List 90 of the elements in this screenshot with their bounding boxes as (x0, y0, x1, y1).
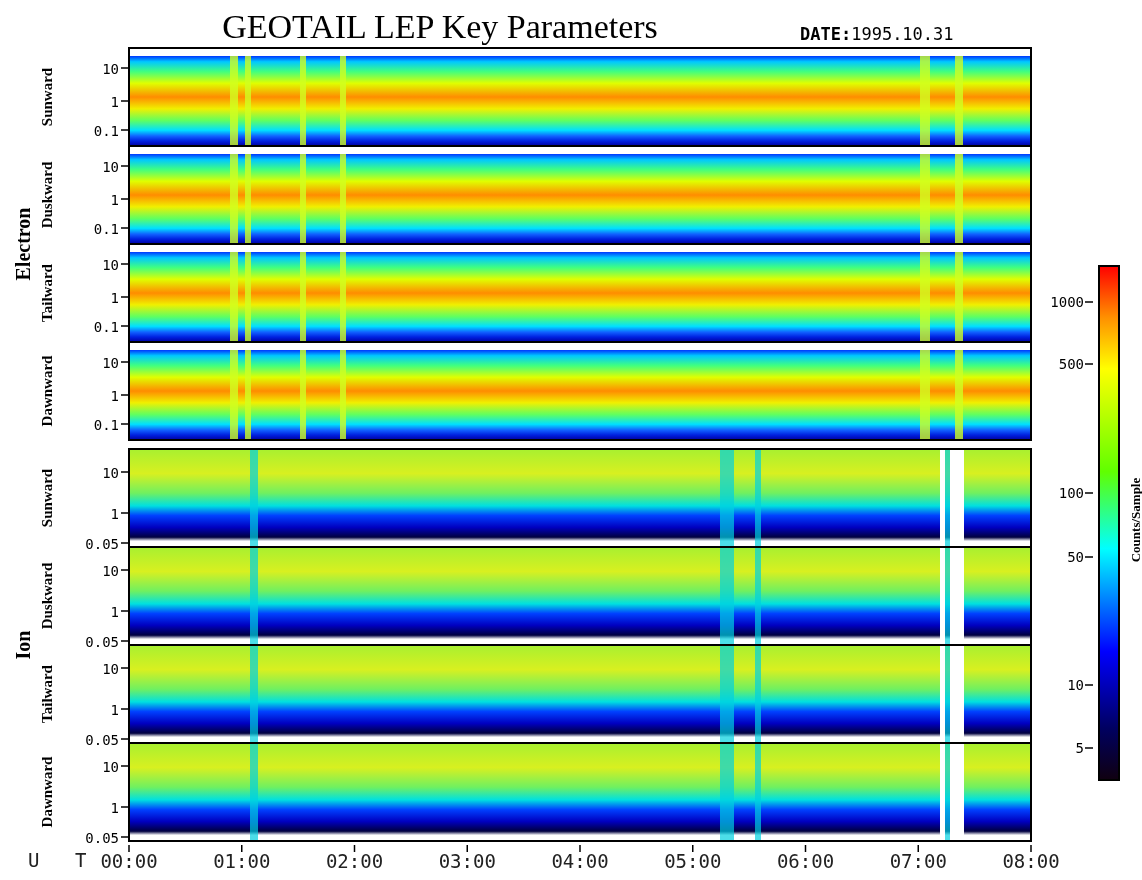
axis-label: U T (28, 849, 99, 871)
tick-mark (120, 471, 130, 473)
tick-mark (1084, 301, 1094, 303)
tick-mark (917, 844, 919, 853)
axis-tick-label: 08:00 (1002, 850, 1060, 872)
axis-tick-label: 0.05 (85, 536, 119, 552)
tick-mark (120, 667, 130, 669)
axis-tick-label: 1 (110, 388, 119, 404)
axis-tick-label: 0.1 (93, 319, 119, 335)
axis-tick-label: 0.1 (93, 417, 119, 433)
tick-mark (1084, 363, 1094, 365)
axis-tick-label: 10 (102, 355, 119, 371)
tick-mark (120, 325, 130, 327)
tick-mark (120, 227, 130, 229)
group-label: Ion (12, 630, 34, 660)
colorbar-tick-label: 10 (1067, 677, 1084, 693)
axis-tick-label: 01:00 (213, 850, 271, 872)
tick-mark (579, 844, 581, 853)
tick-mark (804, 844, 807, 853)
axis-tick-label: 10 (102, 661, 119, 677)
colorbar-tick-label: 50 (1067, 549, 1084, 565)
axis-tick-label: 1 (110, 702, 119, 718)
group-label: Electron (12, 207, 34, 281)
panel-label: Duskward (39, 562, 55, 630)
tick-mark (120, 100, 130, 102)
tick-mark (1030, 844, 1032, 853)
tick-mark (1084, 684, 1094, 686)
plot-title: GEOTAIL LEP Key Parameters (222, 8, 658, 45)
axis-tick-label: 0.05 (85, 732, 119, 748)
tick-mark (120, 610, 130, 612)
axis-tick-label: 1 (110, 94, 119, 110)
axis-tick-label: 1 (110, 192, 119, 208)
panel-label: Dawnward (39, 756, 55, 828)
tick-mark (1084, 492, 1094, 494)
tick-mark (120, 542, 130, 544)
tick-mark (120, 708, 130, 710)
axis-tick-label: 00:00 (100, 850, 158, 872)
axis-tick-label: 0.05 (85, 634, 119, 650)
tick-mark (353, 844, 356, 853)
axis-tick-label: 07:00 (889, 850, 947, 872)
axis-tick-label: 0.05 (85, 830, 119, 846)
axis-tick-label: 10 (102, 759, 119, 775)
axis-tick-label: 05:00 (664, 850, 722, 872)
panel-label: Tailward (39, 264, 55, 322)
axis-tick-label: 02:00 (325, 850, 384, 872)
axis-tick-label: 1 (110, 290, 119, 306)
tick-mark (120, 361, 130, 363)
panel-label: Sunward (39, 468, 55, 528)
tick-mark (120, 806, 130, 808)
date-label: DATE:1995.10.31 (800, 24, 954, 44)
tick-mark (120, 129, 130, 131)
axis-tick-label: 10 (102, 563, 119, 579)
tick-mark (120, 296, 130, 298)
tick-mark (120, 394, 130, 396)
tick-mark (120, 263, 130, 265)
panel-label: Tailward (39, 665, 55, 723)
colorbar-tick-label: 1000 (1050, 294, 1084, 310)
axis-tick-label: 0.1 (93, 221, 119, 237)
axis-tick-label: 06:00 (776, 850, 835, 872)
tick-mark (120, 423, 130, 425)
tick-mark (120, 67, 130, 69)
axis-tick-label: 03:00 (438, 850, 496, 872)
axis-tick-label: 10 (102, 257, 119, 273)
axis-tick-label: 10 (102, 159, 119, 175)
tick-mark (1084, 747, 1094, 749)
tick-mark (466, 844, 468, 853)
tick-mark (120, 198, 130, 200)
tick-mark (120, 765, 130, 767)
tick-mark (692, 844, 694, 853)
axis-tick-label: 10 (102, 61, 119, 77)
tick-mark (120, 512, 130, 514)
tick-mark (120, 738, 130, 740)
axis-tick-label: 1 (110, 800, 119, 816)
panel-label: Sunward (39, 67, 55, 127)
colorbar-label: Counts/Sample (1128, 477, 1142, 563)
colorbar-tick-label: 5 (1075, 740, 1084, 756)
tick-mark (120, 165, 130, 167)
axis-tick-label: 1 (110, 604, 119, 620)
tick-mark (1084, 556, 1094, 558)
tick-mark (120, 569, 130, 571)
tick-mark (120, 640, 130, 642)
axis-tick-label: 10 (102, 465, 119, 481)
axis-tick-label: 1 (110, 506, 119, 522)
colorbar-tick-label: 100 (1058, 485, 1084, 501)
panel-label: Duskward (39, 161, 55, 229)
axis-tick-label: 0.1 (93, 123, 119, 139)
axis-tick-label: 04:00 (551, 850, 609, 872)
tick-mark (241, 844, 243, 853)
panel-label: Dawnward (39, 355, 55, 427)
colorbar-tick-label: 500 (1058, 356, 1084, 372)
